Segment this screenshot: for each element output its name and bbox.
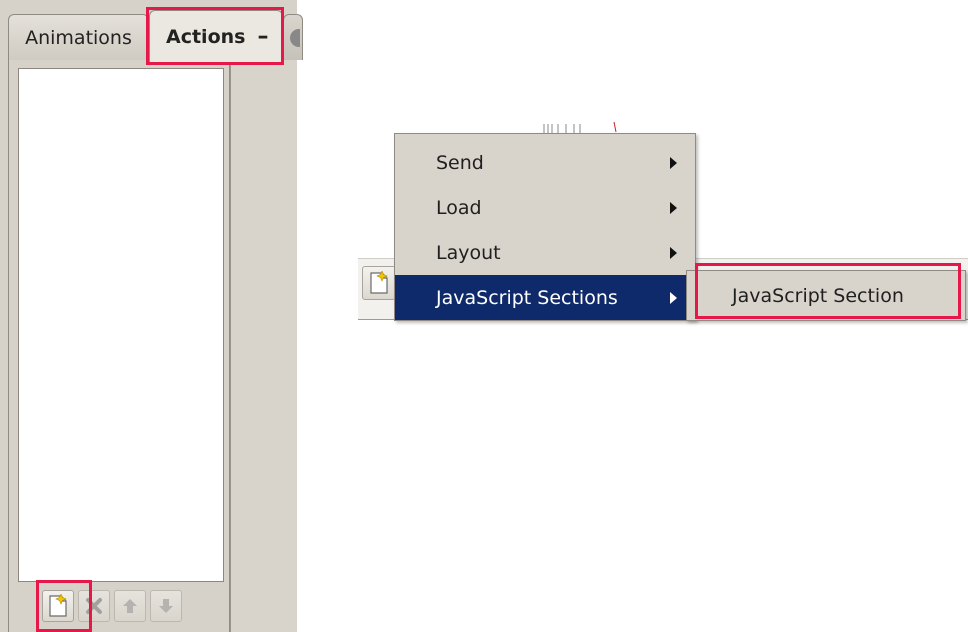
tab-animations[interactable]: Animations xyxy=(8,14,149,60)
tab-animations-label: Animations xyxy=(25,26,132,49)
delete-icon xyxy=(86,598,102,614)
submenu-arrow-icon xyxy=(670,201,677,214)
new-action-button[interactable] xyxy=(42,590,74,622)
actions-panel: Animations Actions – xyxy=(0,0,303,632)
move-up-icon xyxy=(123,599,137,613)
menu-item-layout[interactable]: Layout xyxy=(395,230,695,275)
tab-overflow[interactable] xyxy=(283,14,303,60)
submenu-arrow-icon xyxy=(670,156,677,169)
tab-overflow-icon xyxy=(290,28,300,47)
submenu-item-javascript-section[interactable]: JavaScript Section xyxy=(687,271,965,320)
submenu-arrow-icon xyxy=(670,291,677,304)
panel-side-area xyxy=(230,60,297,632)
new-item-icon xyxy=(49,594,67,617)
menu-item-load[interactable]: Load xyxy=(395,185,695,230)
javascript-sections-submenu: JavaScript Section xyxy=(686,270,966,321)
menu-item-label: JavaScript Sections xyxy=(436,286,618,309)
submenu-arrow-icon xyxy=(670,246,677,259)
move-down-button[interactable] xyxy=(150,590,182,622)
menu-item-label: Send xyxy=(436,151,484,174)
tab-actions-close-button[interactable]: – xyxy=(257,24,268,49)
actions-list[interactable] xyxy=(18,68,224,582)
submenu-item-label: JavaScript Section xyxy=(732,284,904,307)
actions-toolbar xyxy=(42,588,182,624)
background-new-button xyxy=(362,266,396,300)
context-menu: Send Load Layout JavaScript Sections xyxy=(394,133,696,321)
move-up-button[interactable] xyxy=(114,590,146,622)
tab-actions[interactable]: Actions – xyxy=(149,10,283,62)
menu-item-label: Layout xyxy=(436,241,501,264)
tab-actions-label: Actions xyxy=(166,25,246,48)
new-item-icon xyxy=(370,271,388,294)
menu-item-send[interactable]: Send xyxy=(395,140,695,185)
delete-action-button[interactable] xyxy=(78,590,110,622)
move-down-icon xyxy=(159,599,173,613)
menu-item-javascript-sections[interactable]: JavaScript Sections xyxy=(395,275,688,320)
menu-item-label: Load xyxy=(436,196,482,219)
